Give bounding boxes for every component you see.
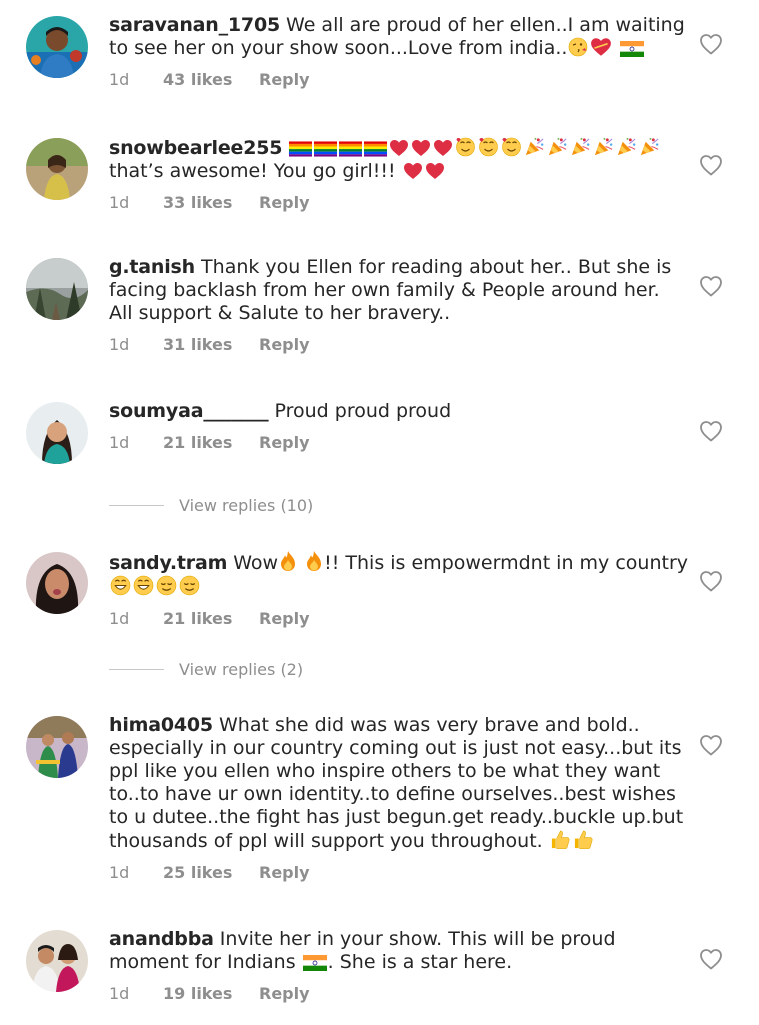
red-heart-emoji-icon	[411, 139, 431, 157]
avatar[interactable]	[26, 138, 88, 200]
comment-time: 1d	[109, 335, 130, 354]
comment-meta: 1d 25 likes Reply	[109, 863, 689, 883]
party-popper-emoji-icon	[524, 136, 545, 157]
rainbow-flag-emoji-icon	[289, 141, 312, 157]
view-replies-label: View replies (10)	[179, 496, 314, 515]
avatar[interactable]	[26, 930, 88, 992]
likes-count[interactable]: 21 likes	[163, 433, 259, 453]
comment-username[interactable]: snowbearlee255	[109, 137, 282, 159]
rainbow-flag-emoji-icon	[339, 141, 362, 157]
comment-time: 1d	[109, 609, 130, 628]
reply-button[interactable]: Reply	[259, 863, 310, 883]
reply-button[interactable]: Reply	[259, 984, 310, 1004]
thumbs-up-emoji-icon	[573, 829, 594, 850]
fire-emoji-icon	[279, 550, 297, 572]
comment-text: anandbba Invite her in your show. This w…	[109, 928, 689, 974]
avatar[interactable]	[26, 258, 88, 320]
party-popper-emoji-icon	[616, 136, 637, 157]
comment-body-continued: !! This is empowermdnt in my country	[324, 552, 688, 574]
like-heart-icon[interactable]	[699, 154, 723, 176]
comment-meta: 1d 43 likes Reply	[109, 70, 689, 90]
party-popper-emoji-icon	[570, 136, 591, 157]
thumbs-up-emoji-icon	[550, 829, 571, 850]
avatar[interactable]	[26, 716, 88, 778]
party-popper-emoji-icon	[547, 136, 568, 157]
comment-text: saravanan_1705 We all are proud of her e…	[109, 14, 689, 60]
india-flag-emoji-icon	[620, 41, 644, 57]
smiling-face-with-hearts-emoji-icon	[478, 137, 499, 157]
reply-button[interactable]: Reply	[259, 433, 310, 453]
comment-text: soumyaa_______ Proud proud proud	[109, 400, 689, 423]
like-heart-icon[interactable]	[699, 275, 723, 297]
party-popper-emoji-icon	[639, 136, 660, 157]
comment-username[interactable]: g.tanish	[109, 256, 195, 278]
likes-count[interactable]: 33 likes	[163, 193, 259, 213]
relieved-face-emoji-icon	[179, 575, 200, 596]
comment-text: sandy.tram Wow !! This is empowermdnt in…	[109, 550, 689, 599]
red-heart-emoji-icon	[389, 139, 409, 157]
comment-username[interactable]: anandbba	[109, 928, 214, 950]
like-heart-icon[interactable]	[699, 420, 723, 442]
comment-meta: 1d 33 likes Reply	[109, 193, 689, 213]
comment-meta: 1d 19 likes Reply	[109, 984, 689, 1004]
grinning-face-emoji-icon	[133, 575, 154, 596]
view-replies-divider	[109, 669, 164, 670]
grinning-face-emoji-icon	[110, 575, 131, 596]
likes-count[interactable]: 21 likes	[163, 609, 259, 629]
avatar[interactable]	[26, 552, 88, 614]
likes-count[interactable]: 31 likes	[163, 335, 259, 355]
like-heart-icon[interactable]	[699, 734, 723, 756]
comment-body: Wow	[233, 552, 279, 574]
comment-meta: 1d 21 likes Reply	[109, 433, 689, 453]
likes-count[interactable]: 25 likes	[163, 863, 259, 883]
view-replies-label: View replies (2)	[179, 660, 304, 679]
comment-username[interactable]: saravanan_1705	[109, 14, 280, 36]
comment-text: hima0405 What she did was was very brave…	[109, 714, 689, 853]
comment-username[interactable]: sandy.tram	[109, 552, 227, 574]
like-heart-icon[interactable]	[699, 33, 723, 55]
comment-time: 1d	[109, 70, 130, 89]
smiling-face-with-hearts-emoji-icon	[455, 137, 476, 157]
red-heart-emoji-icon	[403, 162, 423, 180]
avatar[interactable]	[26, 402, 88, 464]
comment-body: Proud proud proud	[274, 400, 452, 422]
comment-body: that’s awesome! You go girl!!!	[109, 160, 396, 182]
rainbow-flag-emoji-icon	[314, 141, 337, 157]
comment-time: 1d	[109, 193, 130, 212]
view-replies-button[interactable]: View replies (10)	[109, 496, 313, 515]
likes-count[interactable]: 43 likes	[163, 70, 259, 90]
comment-text: snowbearlee255 that’s awesome! You go gi…	[109, 136, 689, 183]
smiling-face-with-hearts-emoji-icon	[501, 137, 522, 157]
comment-meta: 1d 21 likes Reply	[109, 609, 689, 629]
kiss-face-emoji-icon	[568, 37, 588, 57]
red-heart-emoji-icon	[425, 162, 445, 180]
rainbow-flag-emoji-icon	[364, 141, 387, 157]
comment-body-continued: . She is a star here.	[327, 951, 513, 973]
like-heart-icon[interactable]	[699, 948, 723, 970]
like-heart-icon[interactable]	[699, 570, 723, 592]
reply-button[interactable]: Reply	[259, 609, 310, 629]
red-heart-emoji-icon	[433, 139, 453, 157]
avatar[interactable]	[26, 16, 88, 78]
reply-button[interactable]: Reply	[259, 70, 310, 90]
fire-emoji-icon	[305, 550, 323, 572]
relieved-face-emoji-icon	[156, 575, 177, 596]
comment-text: g.tanish Thank you Ellen for reading abo…	[109, 256, 689, 325]
comment-time: 1d	[109, 433, 130, 452]
reply-button[interactable]: Reply	[259, 335, 310, 355]
reply-button[interactable]: Reply	[259, 193, 310, 213]
comment-meta: 1d 31 likes Reply	[109, 335, 689, 355]
view-replies-divider	[109, 505, 164, 506]
comment-time: 1d	[109, 984, 130, 1003]
likes-count[interactable]: 19 likes	[163, 984, 259, 1004]
india-flag-emoji-icon	[303, 955, 327, 971]
comment-username[interactable]: hima0405	[109, 714, 213, 736]
comment-username[interactable]: soumyaa_______	[109, 400, 269, 422]
view-replies-button[interactable]: View replies (2)	[109, 660, 303, 679]
comment-time: 1d	[109, 863, 130, 882]
party-popper-emoji-icon	[593, 136, 614, 157]
heart-ribbon-emoji-icon	[590, 37, 612, 57]
